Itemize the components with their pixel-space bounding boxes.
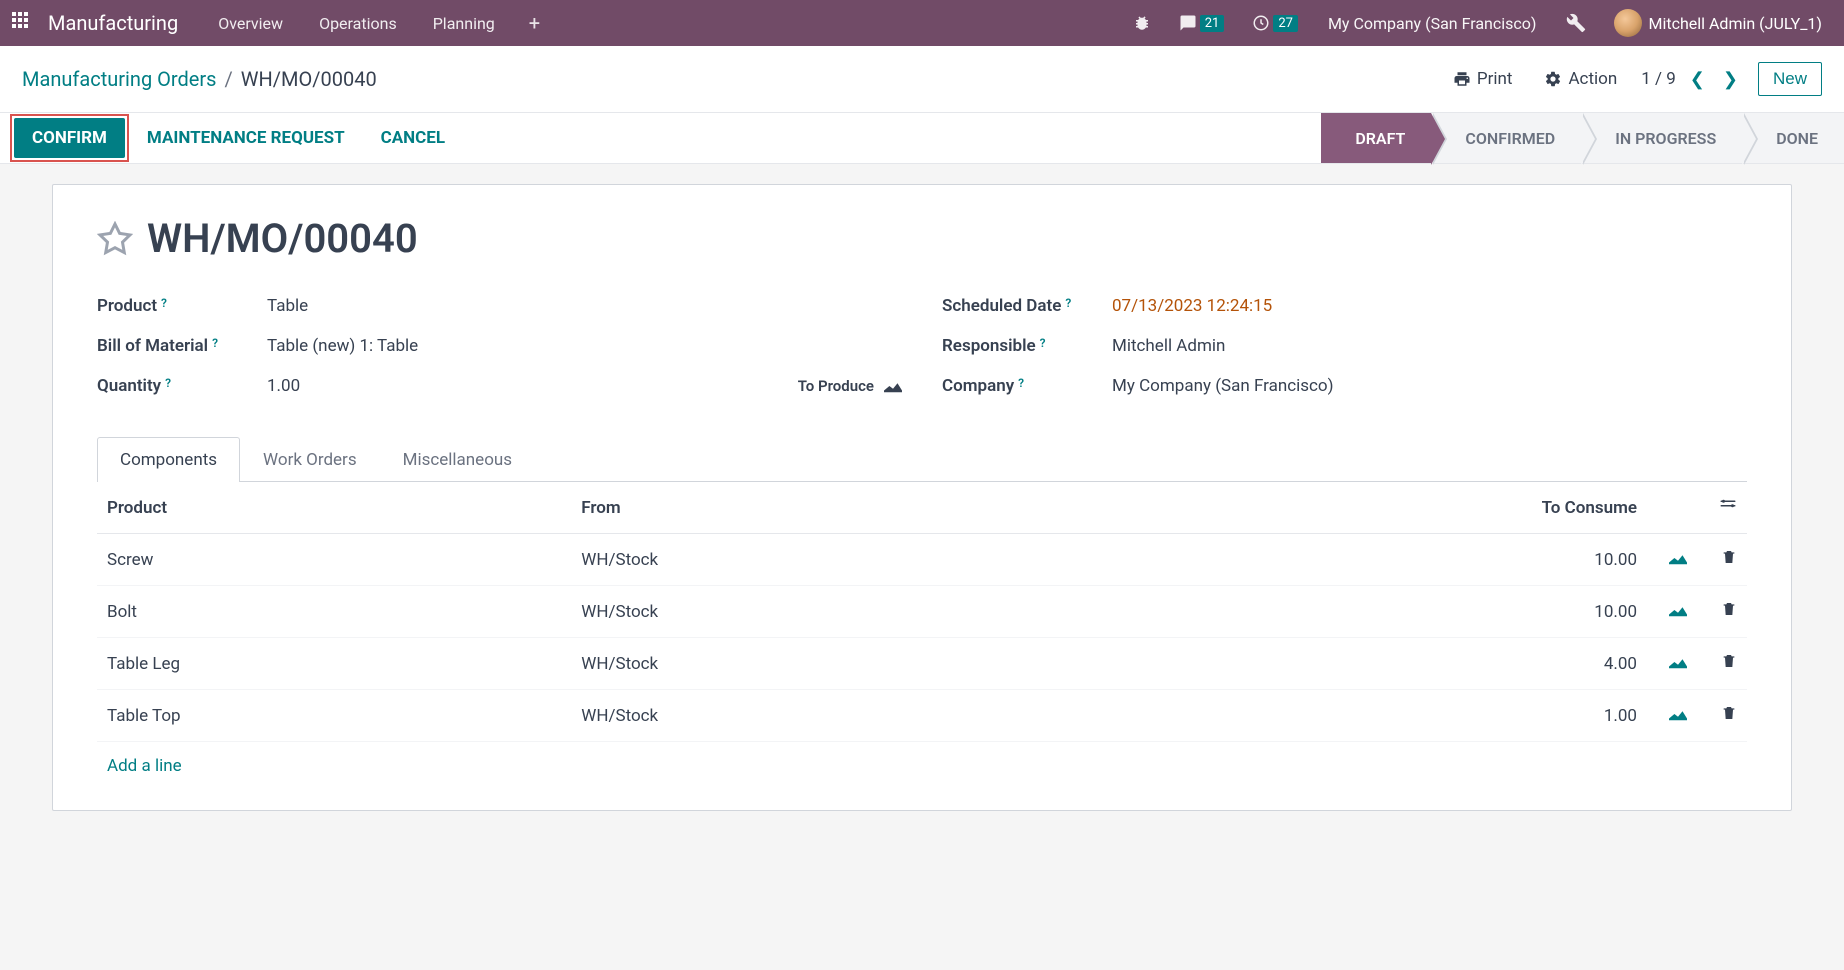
col-product: Product	[97, 482, 571, 534]
delete-icon[interactable]	[1721, 652, 1737, 670]
cell-to-consume[interactable]: 1.00	[1062, 690, 1647, 742]
forecast-icon[interactable]	[884, 379, 902, 393]
pager-next-icon[interactable]: ❯	[1719, 67, 1742, 92]
value-quantity[interactable]: 1.00	[267, 376, 798, 396]
forecast-icon[interactable]	[1669, 655, 1687, 669]
cell-from[interactable]: WH/Stock	[571, 586, 1062, 638]
avatar-icon	[1614, 9, 1642, 37]
control-bar: Manufacturing Orders / WH/MO/00040 Print…	[0, 46, 1844, 112]
cell-from[interactable]: WH/Stock	[571, 690, 1062, 742]
delete-icon[interactable]	[1721, 704, 1737, 722]
breadcrumb-current: WH/MO/00040	[241, 67, 377, 91]
help-icon[interactable]: ?	[1040, 336, 1046, 350]
status-draft[interactable]: DRAFT	[1321, 113, 1431, 163]
activities-badge: 27	[1273, 15, 1298, 32]
label-product: Product?	[97, 296, 267, 316]
messages-badge: 21	[1200, 15, 1225, 32]
help-icon[interactable]: ?	[1018, 376, 1024, 390]
nav-overview[interactable]: Overview	[204, 14, 297, 33]
status-in-progress[interactable]: IN PROGRESS	[1581, 113, 1742, 163]
components-table: Product From To Consume ScrewWH/Stock10.…	[97, 482, 1747, 742]
cell-to-consume[interactable]: 10.00	[1062, 534, 1647, 586]
cell-from[interactable]: WH/Stock	[571, 638, 1062, 690]
record-title: WH/MO/00040	[147, 215, 418, 262]
value-company[interactable]: My Company (San Francisco)	[1112, 376, 1747, 396]
cell-from[interactable]: WH/Stock	[571, 534, 1062, 586]
tab-miscellaneous[interactable]: Miscellaneous	[380, 437, 535, 482]
activities-icon[interactable]: 27	[1242, 14, 1308, 32]
confirm-highlight: CONFIRM	[10, 114, 129, 162]
pager: 1 / 9 ❮ ❯	[1641, 67, 1742, 92]
value-responsible[interactable]: Mitchell Admin	[1112, 336, 1747, 356]
help-icon[interactable]: ?	[1065, 296, 1071, 310]
forecast-icon[interactable]	[1669, 707, 1687, 721]
label-bom: Bill of Material?	[97, 336, 267, 356]
cell-to-consume[interactable]: 4.00	[1062, 638, 1647, 690]
value-product[interactable]: Table	[267, 296, 902, 316]
breadcrumb: Manufacturing Orders / WH/MO/00040	[22, 67, 377, 91]
cell-product[interactable]: Table Leg	[97, 638, 571, 690]
status-flow: DRAFT CONFIRMED IN PROGRESS DONE	[1321, 113, 1844, 163]
debug-icon[interactable]	[1123, 14, 1161, 32]
col-to-consume: To Consume	[1062, 482, 1647, 534]
company-selector[interactable]: My Company (San Francisco)	[1316, 14, 1549, 33]
cell-to-consume[interactable]: 10.00	[1062, 586, 1647, 638]
nav-planning[interactable]: Planning	[419, 14, 509, 33]
col-from: From	[571, 482, 1062, 534]
nav-add-icon[interactable]: +	[517, 11, 552, 35]
tools-icon[interactable]	[1556, 13, 1596, 33]
action-button[interactable]: Action	[1536, 65, 1625, 93]
forecast-icon[interactable]	[1669, 551, 1687, 565]
app-brand[interactable]: Manufacturing	[48, 11, 178, 35]
tab-work-orders[interactable]: Work Orders	[240, 437, 380, 482]
cell-product[interactable]: Table Top	[97, 690, 571, 742]
help-icon[interactable]: ?	[161, 296, 167, 310]
user-menu[interactable]: Mitchell Admin (JULY_1)	[1604, 9, 1832, 37]
tab-components[interactable]: Components	[97, 437, 240, 482]
new-button[interactable]: New	[1758, 62, 1822, 96]
label-quantity: Quantity?	[97, 376, 267, 396]
label-company: Company?	[942, 376, 1112, 396]
apps-grid-icon[interactable]	[12, 12, 34, 34]
cancel-button[interactable]: CANCEL	[363, 118, 463, 158]
table-row[interactable]: Table LegWH/Stock4.00	[97, 638, 1747, 690]
pager-prev-icon[interactable]: ❮	[1686, 67, 1709, 92]
tabs: Components Work Orders Miscellaneous	[97, 436, 1747, 482]
help-icon[interactable]: ?	[165, 376, 171, 390]
maintenance-request-button[interactable]: MAINTENANCE REQUEST	[129, 118, 363, 158]
nav-operations[interactable]: Operations	[305, 14, 411, 33]
form-sheet: WH/MO/00040 Product? Table Bill of Mater…	[52, 184, 1792, 811]
status-confirmed[interactable]: CONFIRMED	[1431, 113, 1581, 163]
add-line-button[interactable]: Add a line	[97, 742, 1747, 790]
user-name: Mitchell Admin (JULY_1)	[1648, 14, 1822, 33]
table-row[interactable]: ScrewWH/Stock10.00	[97, 534, 1747, 586]
delete-icon[interactable]	[1721, 548, 1737, 566]
forecast-icon[interactable]	[1669, 603, 1687, 617]
messages-icon[interactable]: 21	[1169, 14, 1235, 32]
favorite-star-icon[interactable]	[97, 221, 133, 257]
value-scheduled-date[interactable]: 07/13/2023 12:24:15	[1112, 296, 1747, 316]
cell-product[interactable]: Screw	[97, 534, 571, 586]
table-row[interactable]: BoltWH/Stock10.00	[97, 586, 1747, 638]
help-icon[interactable]: ?	[212, 336, 218, 350]
label-scheduled-date: Scheduled Date?	[942, 296, 1112, 316]
cell-product[interactable]: Bolt	[97, 586, 571, 638]
pager-text: 1 / 9	[1641, 69, 1676, 89]
label-responsible: Responsible?	[942, 336, 1112, 356]
status-bar: CONFIRM MAINTENANCE REQUEST CANCEL DRAFT…	[0, 112, 1844, 164]
confirm-button[interactable]: CONFIRM	[14, 118, 125, 158]
value-bom[interactable]: Table (new) 1: Table	[267, 336, 902, 356]
delete-icon[interactable]	[1721, 600, 1737, 618]
column-settings-icon[interactable]	[1719, 496, 1737, 514]
breadcrumb-parent[interactable]: Manufacturing Orders	[22, 67, 217, 91]
table-row[interactable]: Table TopWH/Stock1.00	[97, 690, 1747, 742]
print-button[interactable]: Print	[1445, 65, 1521, 93]
top-navbar: Manufacturing Overview Operations Planni…	[0, 0, 1844, 46]
label-to-produce: To Produce	[798, 377, 902, 395]
